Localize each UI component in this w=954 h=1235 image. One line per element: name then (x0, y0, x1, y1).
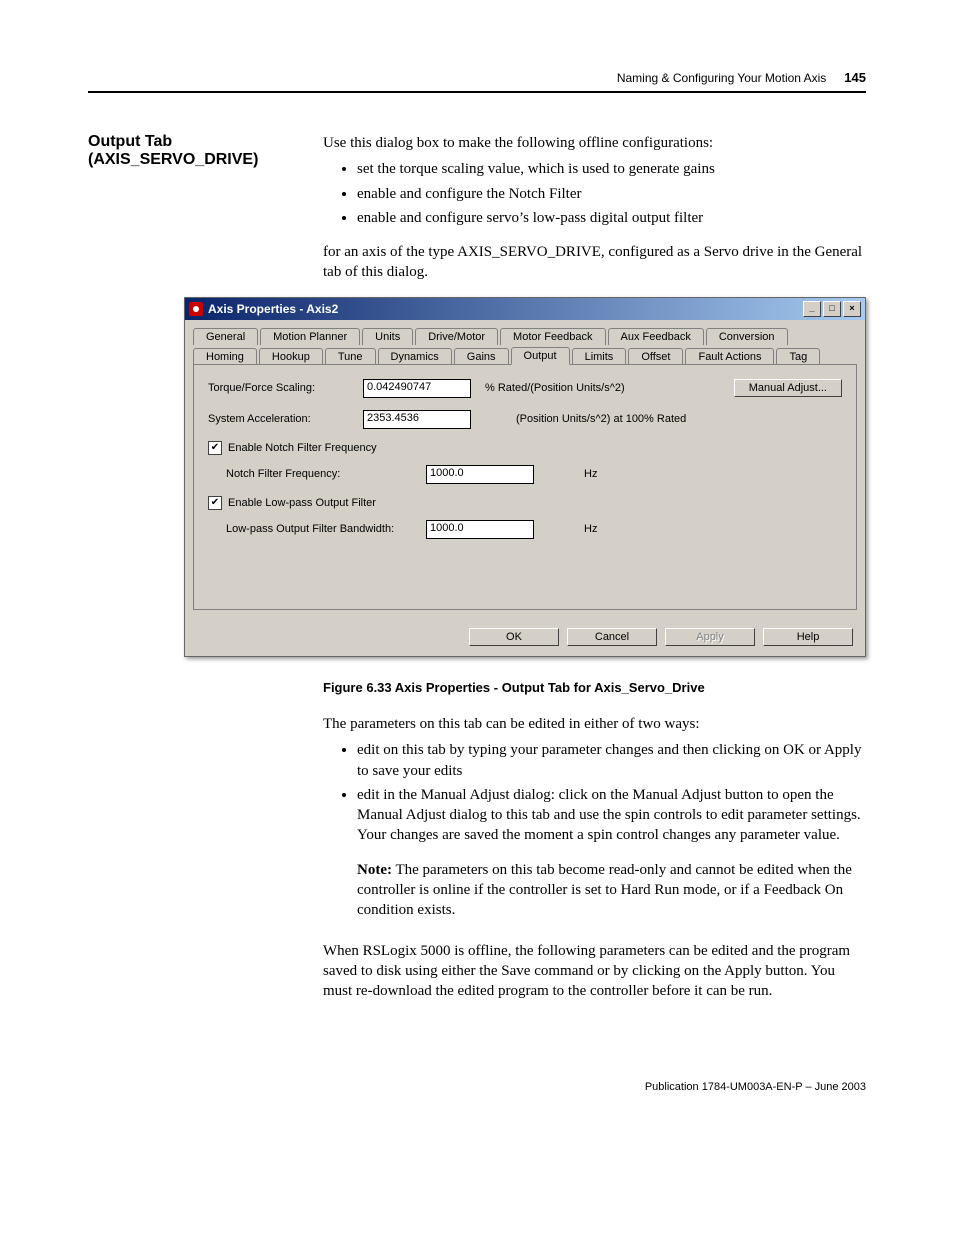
ok-button[interactable]: OK (469, 628, 559, 646)
intro-text: Use this dialog box to make the followin… (323, 135, 713, 151)
notch-freq-unit: Hz (584, 468, 597, 480)
maximize-button[interactable]: □ (823, 301, 841, 317)
header-text: Naming & Configuring Your Motion Axis (617, 71, 826, 85)
tab-homing[interactable]: Homing (193, 348, 257, 365)
close-button[interactable]: × (843, 301, 861, 317)
notch-freq-input[interactable]: 1000.0 (426, 465, 534, 484)
tabs-row-1: General Motion Planner Units Drive/Motor… (193, 326, 857, 345)
system-accel-unit: (Position Units/s^2) at 100% Rated (516, 413, 686, 425)
notch-freq-label: Notch Filter Frequency: (208, 468, 426, 480)
lowpass-checkbox[interactable]: ✔ (208, 496, 222, 510)
bullet: edit in the Manual Adjust dialog: click … (357, 785, 866, 846)
page-number: 145 (844, 70, 866, 85)
torque-scaling-unit: % Rated/(Position Units/s^2) (485, 382, 625, 394)
help-button[interactable]: Help (763, 628, 853, 646)
page-header: Naming & Configuring Your Motion Axis 14… (88, 70, 866, 93)
bullet: enable and configure the Notch Filter (357, 184, 866, 204)
system-accel-input[interactable]: 2353.4536 (363, 410, 471, 429)
window-title: Axis Properties - Axis2 (208, 302, 338, 316)
dialog-buttons: OK Cancel Apply Help (185, 620, 865, 656)
torque-scaling-input[interactable]: 0.042490747 (363, 379, 471, 398)
tab-offset[interactable]: Offset (628, 348, 683, 365)
lowpass-bw-unit: Hz (584, 523, 597, 535)
tab-drive-motor[interactable]: Drive/Motor (415, 328, 498, 345)
tab-fault-actions[interactable]: Fault Actions (685, 348, 774, 365)
note-block: Note: The parameters on this tab become … (357, 860, 866, 921)
tab-conversion[interactable]: Conversion (706, 328, 788, 345)
tab-limits[interactable]: Limits (572, 348, 627, 365)
after-text-1: The parameters on this tab can be edited… (323, 714, 866, 734)
minimize-button[interactable]: _ (803, 301, 821, 317)
notch-checkbox-label: Enable Notch Filter Frequency (228, 442, 377, 454)
intro-continuation: for an axis of the type AXIS_SERVO_DRIVE… (323, 242, 866, 283)
after-text-2: When RSLogix 5000 is offline, the follow… (323, 941, 866, 1002)
manual-adjust-button[interactable]: Manual Adjust... (734, 379, 842, 397)
cancel-button[interactable]: Cancel (567, 628, 657, 646)
torque-scaling-label: Torque/Force Scaling: (208, 382, 363, 394)
apply-button[interactable]: Apply (665, 628, 755, 646)
app-icon (189, 302, 203, 316)
titlebar: Axis Properties - Axis2 _ □ × (185, 298, 865, 320)
lowpass-checkbox-label: Enable Low-pass Output Filter (228, 497, 376, 509)
tab-tune[interactable]: Tune (325, 348, 376, 365)
figure-caption: Figure 6.33 Axis Properties - Output Tab… (323, 679, 866, 697)
system-accel-label: System Acceleration: (208, 413, 363, 425)
tab-hookup[interactable]: Hookup (259, 348, 323, 365)
tab-output[interactable]: Output (511, 347, 570, 365)
notch-checkbox[interactable]: ✔ (208, 441, 222, 455)
tab-units[interactable]: Units (362, 328, 413, 345)
after-bullets: edit on this tab by typing your paramete… (323, 740, 866, 845)
tab-general[interactable]: General (193, 328, 258, 345)
tab-motor-feedback[interactable]: Motor Feedback (500, 328, 605, 345)
section-title: Output Tab (AXIS_SERVO_DRIVE) (88, 133, 323, 169)
tab-panel-output: Torque/Force Scaling: 0.042490747 % Rate… (193, 364, 857, 610)
tabs-row-2: Homing Hookup Tune Dynamics Gains Output… (193, 345, 857, 365)
tab-aux-feedback[interactable]: Aux Feedback (608, 328, 704, 345)
bullet: enable and configure servo’s low-pass di… (357, 208, 866, 228)
tab-gains[interactable]: Gains (454, 348, 509, 365)
publication-footer: Publication 1784-UM003A-EN-P – June 2003 (88, 1081, 866, 1093)
lowpass-bw-input[interactable]: 1000.0 (426, 520, 534, 539)
tab-motion-planner[interactable]: Motion Planner (260, 328, 360, 345)
note-label: Note: (357, 862, 392, 878)
tab-dynamics[interactable]: Dynamics (378, 348, 452, 365)
bullet: set the torque scaling value, which is u… (357, 159, 866, 179)
lowpass-bw-label: Low-pass Output Filter Bandwidth: (208, 523, 426, 535)
axis-properties-window: Axis Properties - Axis2 _ □ × General Mo… (184, 297, 866, 657)
intro-bullets: set the torque scaling value, which is u… (323, 159, 866, 228)
bullet: edit on this tab by typing your paramete… (357, 740, 866, 781)
tab-tag[interactable]: Tag (776, 348, 820, 365)
note-text: The parameters on this tab become read-o… (357, 862, 852, 919)
